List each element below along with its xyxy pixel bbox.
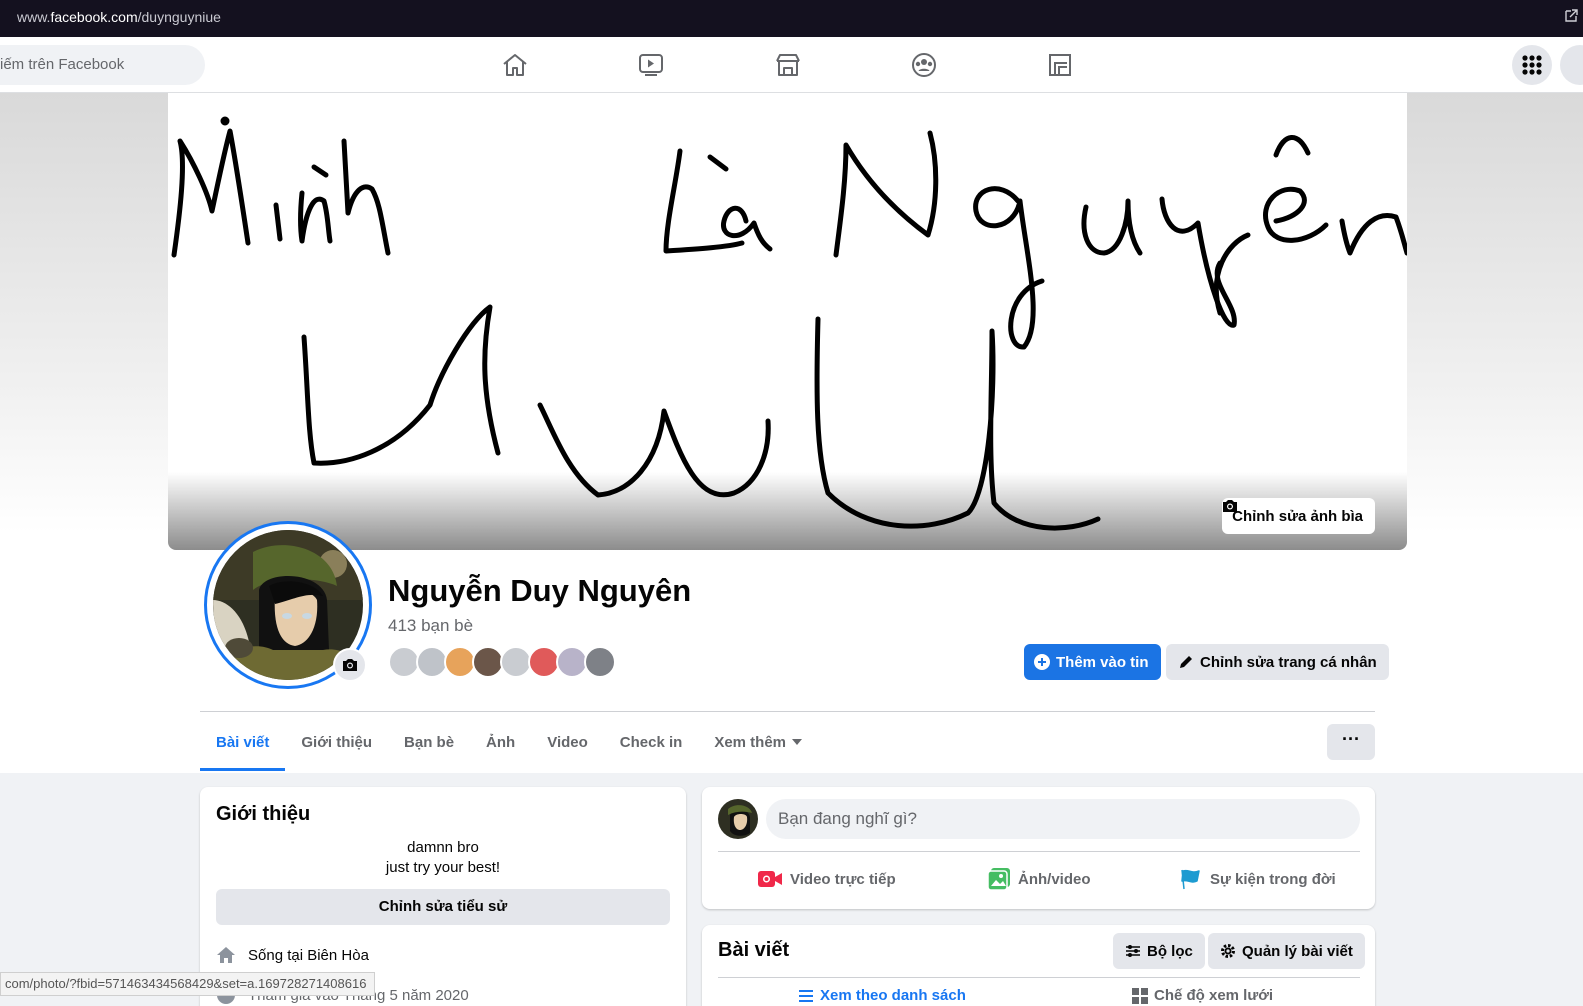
tab-more[interactable]: Xem thêm — [698, 712, 818, 772]
marketplace-icon[interactable] — [773, 51, 803, 79]
composer-divider — [718, 851, 1360, 852]
live-video-label: Video trực tiếp — [790, 870, 896, 888]
posts-card: Bài viết Bộ lọc Quản lý bài viết Xem the… — [702, 925, 1375, 1006]
grid-view-tab[interactable]: Chế độ xem lưới — [1132, 987, 1273, 1004]
photo-icon — [988, 868, 1010, 890]
tab-more-label: Xem thêm — [714, 733, 787, 751]
life-event-button[interactable]: Sự kiện trong đời — [1180, 865, 1336, 893]
photo-video-label: Ảnh/video — [1018, 870, 1091, 888]
top-navigation: iếm trên Facebook — [0, 37, 1583, 93]
more-options-button[interactable]: ··· — [1327, 724, 1375, 760]
manage-posts-label: Quản lý bài viết — [1242, 942, 1353, 960]
watch-icon[interactable] — [636, 51, 666, 79]
edit-cover-button[interactable]: Chỉnh sửa ảnh bìa — [1222, 498, 1375, 534]
url-prefix: www. — [17, 9, 51, 25]
list-view-label: Xem theo danh sách — [820, 987, 966, 1004]
profile-tabs: Bài viết Giới thiệu Bạn bè Ảnh Video Che… — [200, 712, 818, 772]
live-video-button[interactable]: Video trực tiếp — [758, 865, 896, 893]
groups-icon[interactable] — [909, 51, 939, 79]
tab-video[interactable]: Video — [531, 712, 604, 772]
url-domain: facebook.com — [50, 9, 138, 25]
cover-photo[interactable]: Chỉnh sửa ảnh bìa — [168, 93, 1407, 550]
search-placeholder: iếm trên Facebook — [0, 56, 125, 73]
pencil-icon — [1180, 656, 1192, 668]
manage-posts-button[interactable]: Quản lý bài viết — [1208, 933, 1365, 969]
posts-title: Bài viết — [718, 939, 790, 961]
composer-avatar[interactable] — [718, 799, 758, 839]
profile-header: Chỉnh sửa ảnh bìa Nguyễn Duy Nguyên 413 … — [0, 93, 1583, 773]
edit-profile-button[interactable]: Chỉnh sửa trang cá nhân — [1166, 644, 1389, 680]
update-avatar-button[interactable] — [333, 648, 367, 682]
filter-label: Bộ lọc — [1147, 942, 1193, 960]
whats-on-your-mind-input[interactable]: Bạn đang nghĩ gì? — [766, 799, 1360, 839]
flag-icon — [1181, 869, 1200, 890]
filter-button[interactable]: Bộ lọc — [1113, 933, 1205, 969]
browser-status-link: com/photo/?fbid=571463434568429&set=a.16… — [0, 972, 376, 996]
bio-line: just try your best! — [385, 859, 501, 876]
add-to-story-label: Thêm vào tin — [1056, 653, 1149, 671]
friends-count[interactable]: 413 bạn bè — [388, 616, 473, 636]
url-path: /duynguyniue — [137, 9, 221, 25]
photo-video-button[interactable]: Ảnh/video — [988, 865, 1091, 893]
open-external-icon[interactable] — [1563, 8, 1579, 24]
edit-cover-label: Chỉnh sửa ảnh bìa — [1232, 507, 1363, 525]
profile-avatar[interactable] — [204, 521, 372, 689]
browser-url-bar[interactable]: www.facebook.com/duynguyniue — [0, 0, 1583, 37]
edit-bio-button[interactable]: Chỉnh sửa tiểu sử — [216, 889, 670, 925]
post-composer: Bạn đang nghĩ gì? Video trực tiếp Ảnh/vi… — [702, 787, 1375, 909]
intro-title: Giới thiệu — [216, 803, 311, 825]
plus-circle-icon — [1034, 654, 1050, 670]
lives-in-row: Sống tại Biên Hòa — [216, 945, 369, 965]
posts-divider — [718, 977, 1360, 978]
gear-icon — [1221, 944, 1235, 958]
tab-checkin[interactable]: Check in — [604, 712, 699, 772]
camera-icon — [1223, 500, 1238, 512]
home-icon[interactable] — [500, 51, 530, 79]
account-button[interactable] — [1560, 45, 1583, 85]
tab-friends[interactable]: Bạn bè — [388, 712, 470, 772]
sliders-icon — [1126, 945, 1140, 957]
gaming-icon[interactable] — [1045, 51, 1075, 79]
caret-down-icon — [792, 739, 803, 745]
tab-about[interactable]: Giới thiệu — [285, 712, 388, 772]
live-video-icon — [758, 871, 782, 887]
friend-avatar[interactable] — [584, 646, 616, 678]
camera-icon — [343, 659, 357, 671]
home-icon — [217, 947, 235, 963]
grid-menu-icon — [1522, 55, 1542, 75]
list-view-tab[interactable]: Xem theo danh sách — [798, 987, 966, 1004]
search-box[interactable]: iếm trên Facebook — [0, 45, 205, 85]
list-icon — [799, 989, 813, 1002]
edit-profile-label: Chỉnh sửa trang cá nhân — [1200, 653, 1377, 671]
lives-in-text: Sống tại Biên Hòa — [248, 946, 369, 964]
tab-photos[interactable]: Ảnh — [470, 712, 531, 772]
grid-icon — [1132, 987, 1148, 1004]
add-to-story-button[interactable]: Thêm vào tin — [1024, 644, 1161, 680]
bio-line: damnn bro — [407, 839, 479, 856]
profile-name: Nguyễn Duy Nguyên — [388, 573, 692, 608]
life-event-label: Sự kiện trong đời — [1210, 870, 1336, 888]
url-text[interactable]: www.facebook.com/duynguyniue — [17, 9, 221, 25]
tab-posts[interactable]: Bài viết — [200, 712, 286, 772]
menu-grid-button[interactable] — [1512, 45, 1552, 85]
grid-view-label: Chế độ xem lưới — [1154, 987, 1274, 1004]
